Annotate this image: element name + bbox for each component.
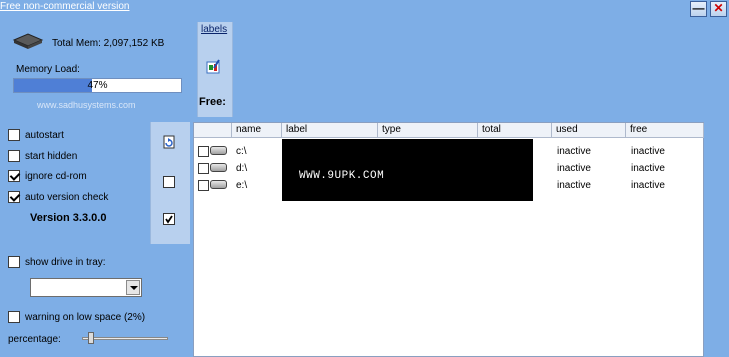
labels-edit-icon[interactable] xyxy=(205,58,223,76)
drive-free: inactive xyxy=(631,180,665,191)
start-hidden-option[interactable]: start hidden xyxy=(8,150,77,162)
drive-icon xyxy=(210,180,227,189)
percentage-label: percentage: xyxy=(8,334,61,345)
free-version-link[interactable]: Free non-commercial version xyxy=(0,1,130,12)
refresh-icon[interactable] xyxy=(162,135,176,149)
show-drive-in-tray-checkbox[interactable] xyxy=(8,256,20,268)
column-header-free[interactable]: free xyxy=(626,123,704,138)
show-drive-in-tray-option[interactable]: show drive in tray: xyxy=(8,256,106,268)
uncheck-all-icon[interactable] xyxy=(162,175,176,189)
row-checkbox[interactable] xyxy=(198,180,209,191)
low-space-warning-checkbox[interactable] xyxy=(8,311,20,323)
column-header-name[interactable]: name xyxy=(232,123,282,138)
tray-drive-select[interactable] xyxy=(30,278,142,297)
ignore-cdrom-label: ignore cd-rom xyxy=(25,170,87,182)
website-text: www.sadhusystems.com xyxy=(37,100,136,110)
memory-load-label: Memory Load: xyxy=(16,64,80,75)
memory-chip-icon xyxy=(12,33,44,49)
memory-load-percent: 47% xyxy=(87,80,108,91)
right-margin xyxy=(704,122,729,357)
column-header-total[interactable]: total xyxy=(478,123,552,138)
drive-name: e:\ xyxy=(236,180,248,191)
watermark-text: WWW.9UPK.COM xyxy=(299,170,385,182)
autostart-label: autostart xyxy=(25,129,64,141)
row-checkbox[interactable] xyxy=(198,146,209,157)
percentage-slider-thumb[interactable] xyxy=(88,332,94,344)
column-header-type[interactable]: type xyxy=(378,123,478,138)
drive-used: inactive xyxy=(557,163,591,174)
drive-name: c:\ xyxy=(236,146,247,157)
free-label: Free: xyxy=(199,96,226,108)
auto-version-check-checkbox[interactable] xyxy=(8,191,20,203)
drive-used: inactive xyxy=(557,180,591,191)
start-hidden-label: start hidden xyxy=(25,150,78,162)
ignore-cdrom-checkbox[interactable] xyxy=(8,170,20,182)
low-space-warning-label: warning on low space (2%) xyxy=(25,311,146,323)
low-space-warning-option[interactable]: warning on low space (2%) xyxy=(8,311,145,323)
chevron-down-icon[interactable] xyxy=(126,280,140,295)
drive-icon xyxy=(210,146,227,155)
drive-free: inactive xyxy=(631,163,665,174)
labels-link[interactable]: labels xyxy=(201,24,227,35)
autostart-option[interactable]: autostart xyxy=(8,129,64,141)
percentage-slider-track[interactable] xyxy=(82,337,168,340)
version-text: Version 3.3.0.0 xyxy=(30,212,107,224)
ignore-cdrom-option[interactable]: ignore cd-rom xyxy=(8,170,87,182)
check-all-icon[interactable] xyxy=(162,212,176,226)
close-button[interactable]: ✕ xyxy=(710,1,727,17)
autostart-checkbox[interactable] xyxy=(8,129,20,141)
drive-used: inactive xyxy=(557,146,591,157)
auto-version-check-label: auto version check xyxy=(25,191,109,203)
row-checkbox[interactable] xyxy=(198,163,209,174)
drive-free: inactive xyxy=(631,146,665,157)
column-header-used[interactable]: used xyxy=(552,123,626,138)
show-drive-in-tray-label: show drive in tray: xyxy=(25,256,106,268)
column-header-label[interactable]: label xyxy=(282,123,378,138)
minimize-button[interactable]: — xyxy=(690,1,707,17)
total-memory-text: Total Mem: 2,097,152 KB xyxy=(52,38,165,49)
drive-icon xyxy=(210,163,227,172)
start-hidden-checkbox[interactable] xyxy=(8,150,20,162)
drive-name: d:\ xyxy=(236,163,248,174)
column-header-select[interactable] xyxy=(194,123,232,138)
auto-version-check-option[interactable]: auto version check xyxy=(8,191,108,203)
memory-load-bar: 47% xyxy=(13,78,182,93)
